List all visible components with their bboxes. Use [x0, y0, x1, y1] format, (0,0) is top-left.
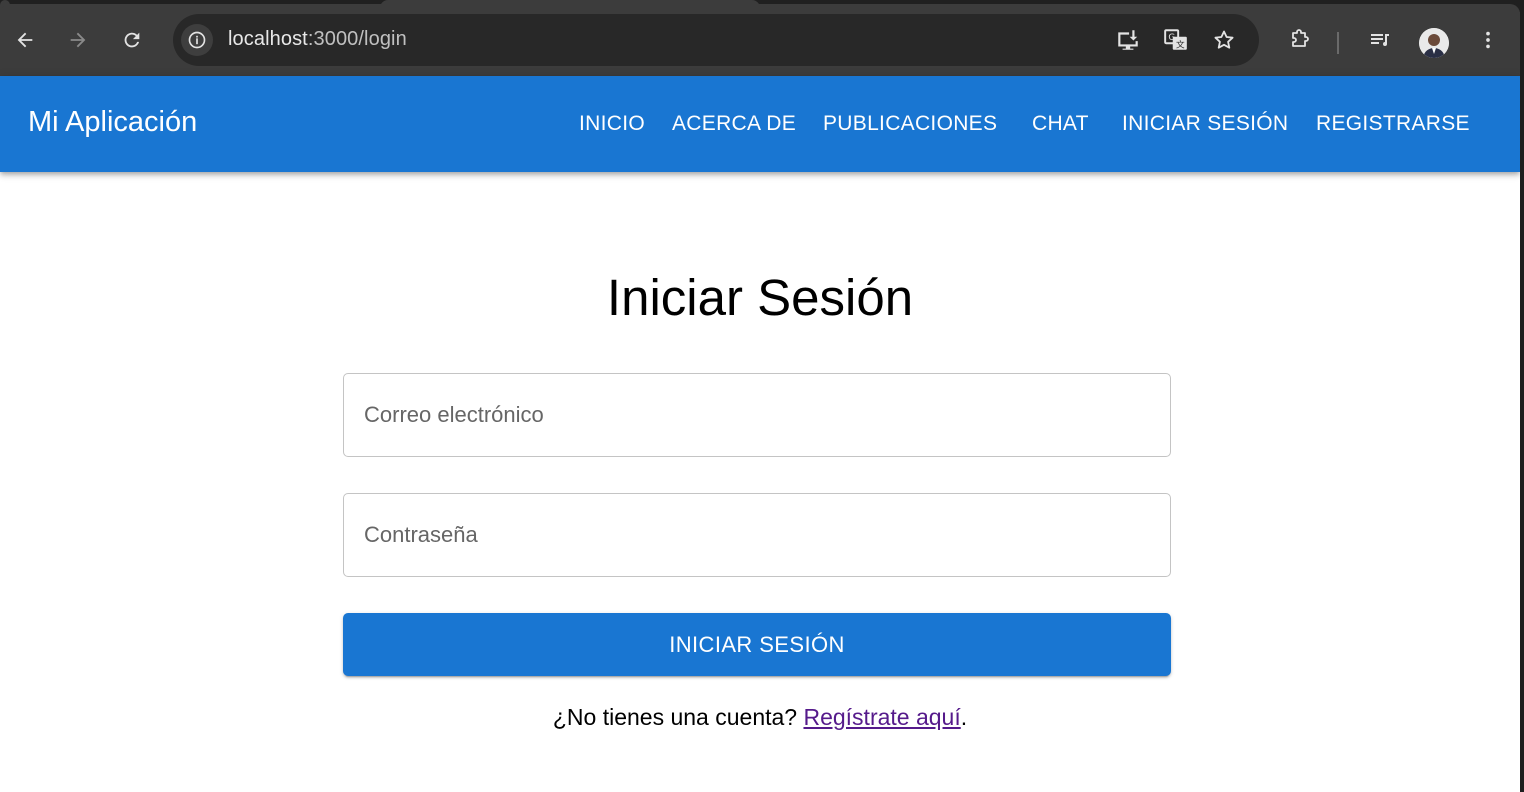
back-icon[interactable]: [9, 24, 41, 56]
reload-icon[interactable]: [116, 24, 148, 56]
nav-publicaciones[interactable]: PUBLICACIONES: [823, 112, 997, 136]
extensions-icon[interactable]: [1284, 24, 1316, 56]
site-info-icon[interactable]: [181, 24, 213, 56]
signup-prompt-text: ¿No tienes una cuenta?: [552, 704, 804, 730]
page-title: Iniciar Sesión: [606, 269, 914, 326]
forward-icon[interactable]: [62, 24, 94, 56]
url-path: :3000/login: [307, 28, 407, 50]
browser-chrome: localhost:3000/login G文: [0, 0, 1520, 76]
nav-iniciar-sesion[interactable]: INICIAR SESIÓN: [1122, 112, 1288, 136]
profile-avatar[interactable]: [1419, 28, 1449, 58]
app-brand[interactable]: Mi Aplicación: [28, 106, 197, 139]
url-host: localhost: [228, 28, 308, 50]
password-field[interactable]: [343, 493, 1171, 577]
signup-prompt: ¿No tienes una cuenta? Regístrate aquí.: [0, 704, 1520, 731]
nav-chat[interactable]: CHAT: [1032, 112, 1089, 136]
bookmark-star-icon[interactable]: [1210, 26, 1238, 54]
signup-suffix: .: [960, 704, 968, 730]
url-text[interactable]: localhost:3000/login: [228, 28, 407, 51]
nav-acerca-de[interactable]: ACERCA DE: [672, 112, 796, 136]
media-control-icon[interactable]: [1364, 24, 1396, 56]
email-field[interactable]: [343, 373, 1171, 457]
app-bar: Mi Aplicación INICIO ACERCA DE PUBLICACI…: [0, 76, 1520, 172]
login-submit-button[interactable]: INICIAR SESIÓN: [343, 613, 1171, 676]
install-app-icon[interactable]: [1114, 26, 1142, 54]
signup-link[interactable]: Regístrate aquí: [803, 704, 960, 730]
browser-toolbar: localhost:3000/login G文: [0, 4, 1520, 76]
address-bar[interactable]: localhost:3000/login G文: [173, 14, 1259, 66]
toolbar-divider: [1337, 32, 1339, 54]
svg-text:G: G: [1168, 33, 1175, 43]
password-input[interactable]: [344, 494, 1170, 576]
window-edge: [1520, 0, 1524, 792]
nav-inicio[interactable]: INICIO: [579, 112, 645, 136]
nav-registrarse[interactable]: REGISTRARSE: [1316, 112, 1470, 136]
translate-icon[interactable]: G文: [1162, 26, 1190, 54]
email-input[interactable]: [344, 374, 1170, 456]
more-menu-icon[interactable]: [1472, 24, 1504, 56]
svg-text:文: 文: [1176, 39, 1185, 51]
